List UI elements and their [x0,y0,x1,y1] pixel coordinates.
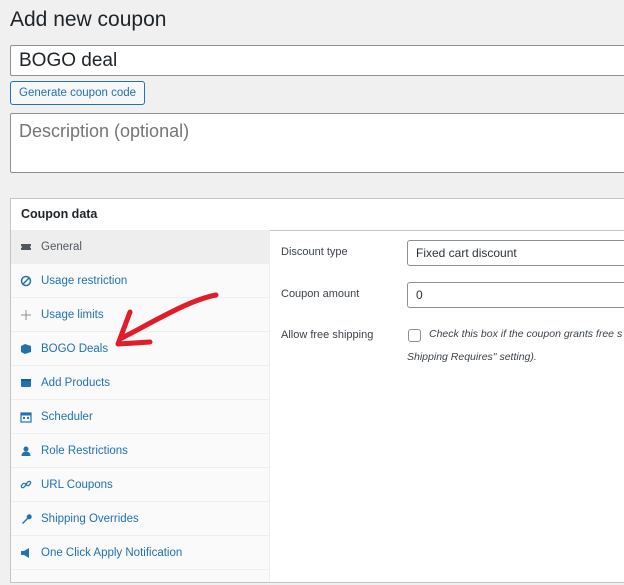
box-icon [19,376,33,390]
free-shipping-description: Check this box if the coupon grants free… [429,328,623,340]
tab-general[interactable]: General [11,230,269,264]
tab-bogo-deals[interactable]: BOGO Deals [11,332,269,366]
ticket-icon [19,240,33,254]
tab-role-restrictions[interactable]: Role Restrictions [11,434,269,468]
coupon-code-input[interactable] [10,45,624,76]
tag-icon [19,342,33,356]
tab-label: BOGO Deals [41,342,109,355]
generate-coupon-code-button[interactable]: Generate coupon code [10,81,146,105]
calendar-icon [19,410,33,424]
free-shipping-label: Allow free shipping [281,329,374,341]
coupon-data-panel: Coupon data General Usage restriction Us… [10,198,624,583]
tab-label: Scheduler [41,410,93,423]
megaphone-icon [19,546,33,560]
tab-usage-limits[interactable]: Usage limits [11,298,269,332]
tab-label: One Click Apply Notification [41,546,183,559]
general-form: Discount type Fixed cart discount Coupon… [269,230,624,582]
user-icon [19,444,33,458]
tab-one-click-apply[interactable]: One Click Apply Notification [11,536,269,570]
coupon-amount-label: Coupon amount [281,288,360,300]
discount-type-select[interactable]: Fixed cart discount [407,240,624,266]
link-icon [19,478,33,492]
page-title: Add new coupon [10,8,167,31]
tab-label: Shipping Overrides [41,512,139,525]
tab-label: Role Restrictions [41,444,128,457]
free-shipping-description-line2: Shipping Requires" setting). [407,351,537,363]
tab-label: Add Products [41,376,111,389]
tab-label: URL Coupons [41,478,113,491]
description-field[interactable] [10,113,624,173]
panel-title: Coupon data [11,199,624,231]
tab-label: Usage restriction [41,274,128,287]
free-shipping-checkbox[interactable] [408,329,421,342]
tab-scheduler[interactable]: Scheduler [11,400,269,434]
wrench-icon [19,512,33,526]
discount-type-label: Discount type [281,246,348,258]
tab-label: General [41,240,82,253]
tab-usage-restriction[interactable]: Usage restriction [11,264,269,298]
coupon-data-tabs: General Usage restriction Usage limits B… [11,230,270,582]
tab-label: Usage limits [41,308,104,321]
tab-shipping-overrides[interactable]: Shipping Overrides [11,502,269,536]
coupon-amount-input[interactable]: 0 [407,282,624,308]
tab-url-coupons[interactable]: URL Coupons [11,468,269,502]
block-icon [19,274,33,288]
tab-add-products[interactable]: Add Products [11,366,269,400]
plus-icon [19,308,33,322]
